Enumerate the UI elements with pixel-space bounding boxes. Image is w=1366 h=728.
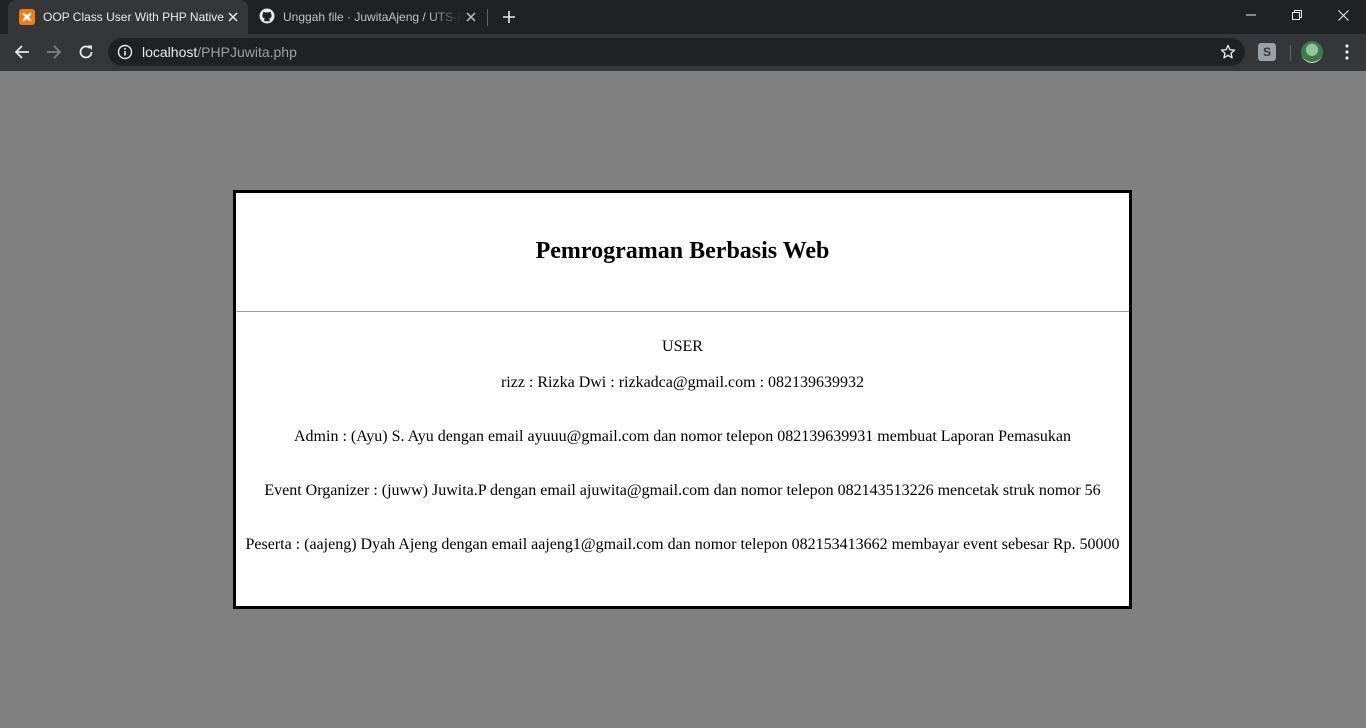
url-text[interactable]: localhost/PHPJuwita.php [142, 38, 297, 66]
profile-avatar[interactable] [1301, 41, 1323, 63]
github-icon [259, 8, 275, 27]
role-line-admin: Admin : (Ayu) S. Ayu dengan email ayuuu@… [294, 428, 1071, 445]
tab-oop-class-user[interactable]: OOP Class User With PHP Native [8, 0, 248, 34]
star-icon[interactable] [1220, 44, 1236, 60]
address-bar[interactable]: localhost/PHPJuwita.php [108, 38, 1245, 66]
close-tab-icon[interactable] [224, 8, 242, 26]
tab-unggah-file[interactable]: Unggah file · JuwitaAjeng / UTS-PBW [248, 0, 486, 34]
reload-icon [79, 45, 93, 59]
tab-title: Unggah file · JuwitaAjeng / UTS-PBW [283, 10, 462, 24]
toolbar-divider [1290, 45, 1291, 61]
browser-menu-button[interactable] [1333, 38, 1361, 66]
browser-toolbar: localhost/PHPJuwita.php S [0, 34, 1366, 71]
close-icon [1337, 9, 1349, 21]
section-label: USER [662, 338, 703, 355]
user-info-line: rizz : Rizka Dwi : rizkadca@gmail.com : … [500, 374, 865, 391]
close-tab-icon[interactable] [462, 8, 480, 26]
arrow-right-icon [47, 45, 62, 59]
page-viewport: Pemrograman Berbasis Web USER rizz : Riz… [0, 71, 1366, 728]
minimize-icon [1246, 14, 1256, 16]
arrow-left-icon [14, 45, 29, 59]
xampp-icon [19, 9, 35, 25]
card-header: Pemrograman Berbasis Web [236, 193, 1129, 312]
plus-icon [503, 11, 515, 23]
info-icon[interactable] [117, 44, 133, 60]
forward-button[interactable] [40, 38, 68, 66]
card-body: USER rizz : Rizka Dwi : rizkadca@gmail.c… [236, 312, 1129, 554]
role-line-peserta: Peserta : (aajeng) Dyah Ajeng dengan ema… [245, 536, 1120, 553]
page-title: Pemrograman Berbasis Web [535, 237, 830, 264]
content-card: Pemrograman Berbasis Web USER rizz : Riz… [233, 190, 1132, 609]
restore-icon [1292, 10, 1302, 20]
new-tab-button[interactable] [497, 5, 521, 29]
extension-button[interactable]: S [1258, 43, 1276, 61]
reload-button[interactable] [72, 38, 100, 66]
minimize-button[interactable] [1228, 0, 1274, 30]
url-host: localhost [142, 44, 198, 60]
role-line-event-organizer: Event Organizer : (juww) Juwita.P dengan… [264, 482, 1101, 499]
url-path: /PHPJuwita.php [197, 44, 297, 60]
close-window-button[interactable] [1320, 0, 1366, 30]
restore-button[interactable] [1274, 0, 1320, 30]
tab-divider [487, 9, 488, 26]
tab-strip: OOP Class User With PHP Native Unggah fi… [0, 0, 1366, 34]
tab-title: OOP Class User With PHP Native [43, 10, 224, 24]
back-button[interactable] [8, 38, 36, 66]
more-vertical-icon [1345, 44, 1349, 60]
